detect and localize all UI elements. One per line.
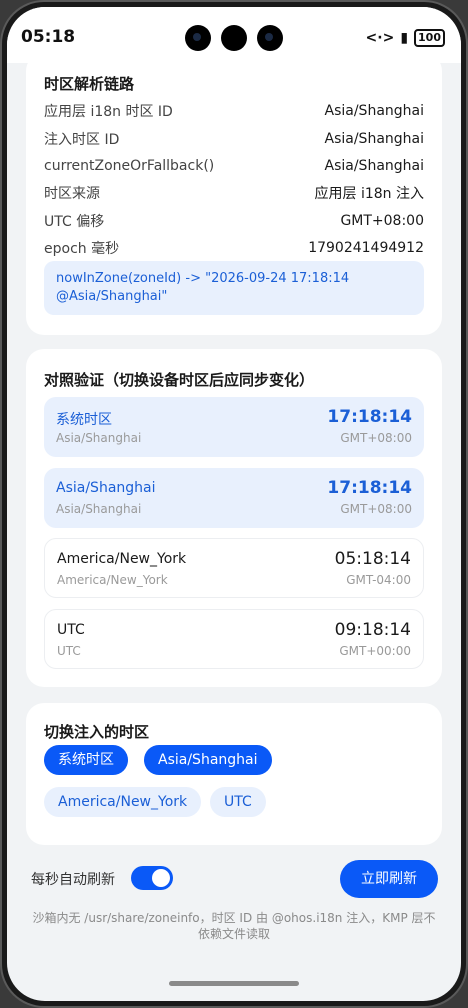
compare-title: 对照验证（切换设备时区后应同步变化） [44,371,315,389]
code-icon: <·> [365,30,395,46]
timezone-offset: GMT-04:00 [346,573,411,587]
chain-row-key: currentZoneOrFallback() [44,158,215,174]
switcher-title: 切换注入的时区 [44,723,150,741]
timezone-offset: GMT+08:00 [340,502,412,516]
home-indicator[interactable] [169,981,299,986]
chain-title: 时区解析链路 [44,75,135,93]
chain-row-key: 注入时区 ID [44,132,120,148]
toggle-knob [152,869,170,887]
chain-row-value: 应用层 i18n 注入 [314,186,424,202]
auto-refresh-toggle[interactable] [131,866,173,890]
timezone-row-new-york: America/New_York America/New_York 05:18:… [44,538,424,598]
chain-row: 应用层 i18n 时区 ID Asia/Shanghai [44,99,424,123]
chain-row: currentZoneOrFallback() Asia/Shanghai [44,154,424,178]
chain-row: 注入时区 ID Asia/Shanghai [44,127,424,151]
switcher-card: 切换注入的时区 系统时区 Asia/Shanghai America/New_Y… [26,703,442,845]
timezone-row-utc: UTC UTC 09:18:14 GMT+00:00 [44,609,424,669]
timezone-name: 系统时区 [56,412,112,428]
chain-row: UTC 偏移 GMT+08:00 [44,209,424,233]
chip-america-new-york[interactable]: America/New_York [44,787,202,817]
status-time: 05:18 [21,27,76,47]
chain-card: 时区解析链路 应用层 i18n 时区 ID Asia/Shanghai 注入时区… [26,53,442,335]
timezone-id: Asia/Shanghai [56,431,142,445]
chain-row-key: 应用层 i18n 时区 ID [44,104,173,120]
chain-row-value: Asia/Shanghai [324,158,425,174]
camera-lens-icon [257,25,283,51]
timezone-name: America/New_York [57,551,187,567]
chain-row: epoch 毫秒 1790241494912 [44,236,424,260]
chip-asia-shanghai[interactable]: Asia/Shanghai [144,745,272,775]
refresh-now-button[interactable]: 立即刷新 [340,860,438,898]
chain-row-value: 1790241494912 [308,240,424,256]
camera-lens-icon [221,25,247,51]
timezone-id: America/New_York [57,573,168,587]
timezone-row-shanghai: Asia/Shanghai Asia/Shanghai 17:18:14 GMT… [44,468,424,528]
chip-system-timezone[interactable]: 系统时区 [44,745,128,775]
chain-row: 时区来源 应用层 i18n 注入 [44,181,424,205]
footnote: 沙箱内无 /usr/share/zoneinfo，时区 ID 由 @ohos.i… [32,911,436,941]
timezone-id: Asia/Shanghai [56,502,142,516]
camera-lens-icon [185,25,211,51]
auto-refresh-label: 每秒自动刷新 [31,872,115,888]
phone-frame: 05:18 <·> ▮ 100 时区解析链路 应用层 i18n 时区 ID As… [0,0,468,1008]
screen: 05:18 <·> ▮ 100 时区解析链路 应用层 i18n 时区 ID As… [7,7,461,1001]
chain-row-value: Asia/Shanghai [324,131,425,147]
timezone-offset: GMT+00:00 [339,644,411,658]
timezone-time: 17:18:14 [327,478,412,498]
code-snippet: nowInZone(zoneId) -> "2026-09-24 17:18:1… [44,261,424,315]
camera-cutouts [185,25,283,51]
timezone-name: Asia/Shanghai [56,480,156,496]
timezone-time: 09:18:14 [334,620,411,640]
timezone-row-system: 系统时区 Asia/Shanghai 17:18:14 GMT+08:00 [44,397,424,457]
chain-row-key: 时区来源 [44,186,100,202]
timezone-time: 17:18:14 [327,407,412,427]
chain-row-key: UTC 偏移 [44,214,105,230]
timezone-id: UTC [57,644,81,658]
battery-icon: 100 [414,29,445,47]
status-icons: <·> ▮ 100 [366,29,445,47]
chain-row-key: epoch 毫秒 [44,241,120,257]
timezone-offset: GMT+08:00 [340,431,412,445]
status-bar: 05:18 <·> ▮ 100 [7,7,461,63]
chain-row-value: Asia/Shanghai [324,103,425,119]
sim-icon: ▮ [400,30,409,46]
timezone-time: 05:18:14 [334,549,411,569]
compare-card: 对照验证（切换设备时区后应同步变化） 系统时区 Asia/Shanghai 17… [26,349,442,687]
timezone-name: UTC [57,622,85,638]
chain-row-value: GMT+08:00 [340,213,424,229]
chip-utc[interactable]: UTC [210,787,266,817]
